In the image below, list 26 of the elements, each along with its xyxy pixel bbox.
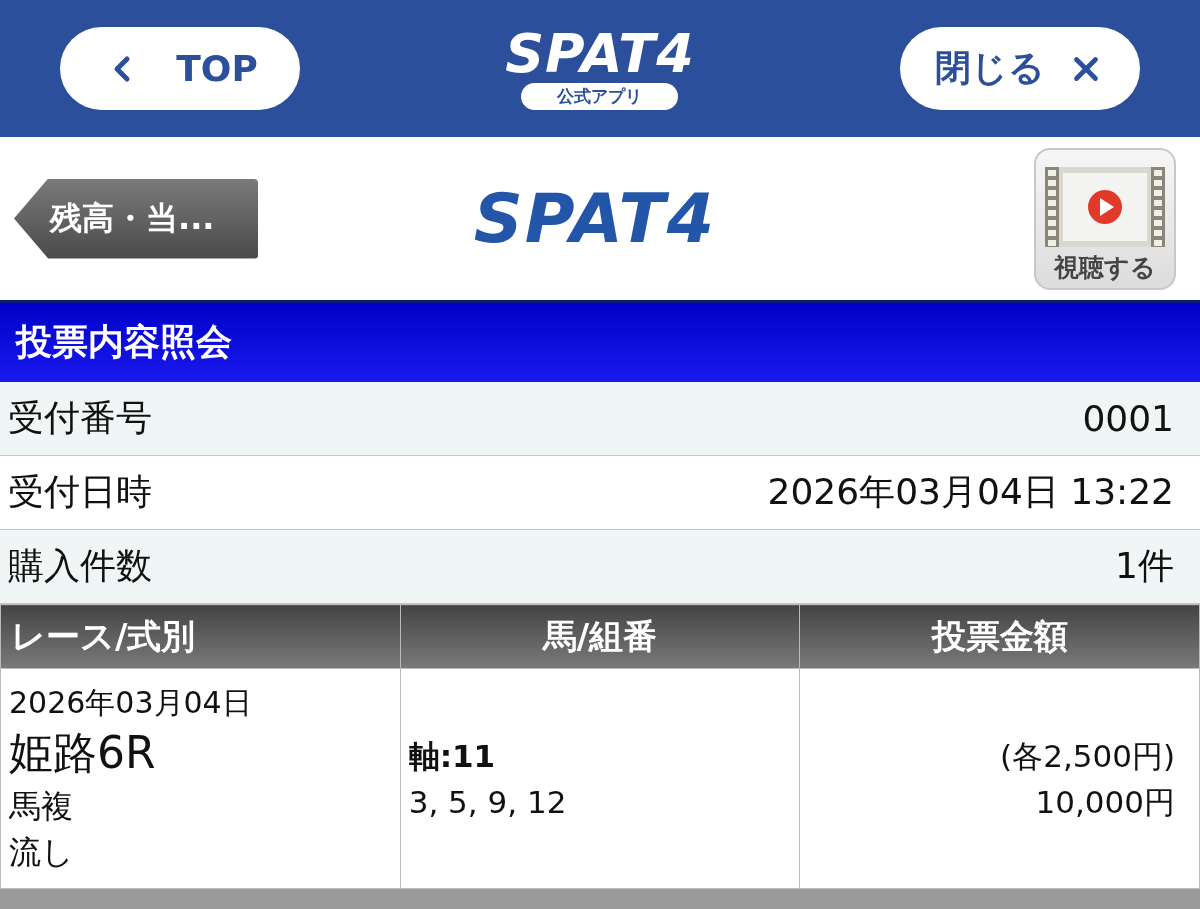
total-amount: 10,000円	[1034, 782, 1175, 822]
back-button[interactable]: 残高・当...	[14, 178, 258, 259]
bet-method: 流し	[9, 831, 75, 873]
app-logo: SPAT4	[505, 27, 695, 82]
summary-value: 0001	[1082, 398, 1174, 439]
column-header: 馬/組番	[400, 604, 800, 669]
race-date: 2026年03月04日	[9, 683, 253, 722]
top-button[interactable]: TOP	[60, 27, 300, 110]
summary-label: 受付番号	[8, 396, 152, 440]
app-tagline: 公式アプリ	[521, 83, 679, 110]
close-button[interactable]: 閉じる	[900, 27, 1140, 110]
column-header: レース/式別	[0, 604, 401, 669]
site-logo: SPAT4	[473, 179, 717, 258]
race-name: 姫路6R	[9, 725, 157, 780]
summary-label: 受付日時	[8, 470, 152, 514]
bet-type: 馬複	[9, 785, 74, 827]
summary-value: 2026年03月04日 13:22	[767, 470, 1174, 514]
column-header: 投票金額	[799, 604, 1200, 669]
film-play-icon	[1043, 164, 1167, 249]
axis-horse: 軸:11	[408, 736, 497, 776]
summary-value: 1件	[1115, 544, 1174, 588]
watch-video-button[interactable]: 視聴する	[1034, 147, 1176, 290]
unit-amount: (各2,500円)	[999, 736, 1175, 776]
summary-label: 購入件数	[8, 544, 152, 588]
partner-horses: 3, 5, 9, 12	[408, 782, 568, 822]
section-title: 投票内容照会	[0, 303, 1200, 382]
